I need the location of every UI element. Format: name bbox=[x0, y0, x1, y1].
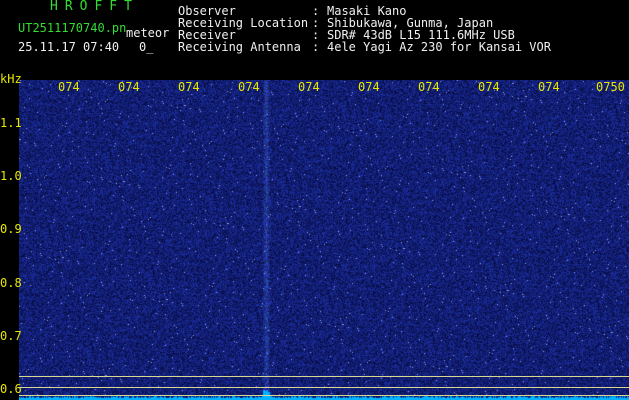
mode-label: meteor bbox=[126, 26, 170, 40]
y-tick-label: 0.9 bbox=[0, 222, 22, 237]
y-tick-label: 0.6 bbox=[0, 382, 22, 397]
filename-label: UT2511170740.pn bbox=[18, 21, 127, 35]
frequency-marker-line bbox=[19, 376, 629, 377]
x-tick-label: 074 bbox=[418, 80, 440, 94]
y-tick-label: 1.0 bbox=[0, 169, 22, 183]
x-tick-label: 0750 bbox=[596, 80, 625, 94]
x-tick-label: 074 bbox=[58, 80, 80, 94]
x-tick-label: 074 bbox=[358, 80, 380, 94]
x-tick-label: 074 bbox=[238, 80, 260, 94]
antenna-label: Receiving Antenna bbox=[178, 40, 301, 54]
y-axis-unit: kHz bbox=[0, 72, 22, 86]
frequency-marker-line bbox=[19, 395, 629, 396]
x-tick-label: 074 bbox=[538, 80, 560, 94]
antenna-colon: : bbox=[312, 40, 320, 54]
datetime-label: 25.11.17 07:40 bbox=[18, 40, 120, 54]
frequency-marker-line bbox=[19, 387, 629, 388]
y-tick-label: 1.1 bbox=[0, 115, 22, 130]
antenna-value: 4ele Yagi Az 230 for Kansai VOR bbox=[327, 40, 551, 54]
app-logo: HROFFT bbox=[50, 0, 139, 14]
count-label: 0_ bbox=[139, 40, 154, 54]
y-tick-label: 0.8 bbox=[0, 275, 22, 290]
y-tick-label: 0.7 bbox=[0, 329, 22, 343]
x-tick-label: 074 bbox=[118, 80, 140, 94]
x-tick-label: 074 bbox=[478, 80, 500, 94]
x-tick-label: 074 bbox=[178, 80, 200, 94]
spectrogram-canvas bbox=[19, 80, 629, 400]
x-tick-label: 074 bbox=[298, 80, 320, 94]
spectrogram-display bbox=[19, 80, 629, 400]
